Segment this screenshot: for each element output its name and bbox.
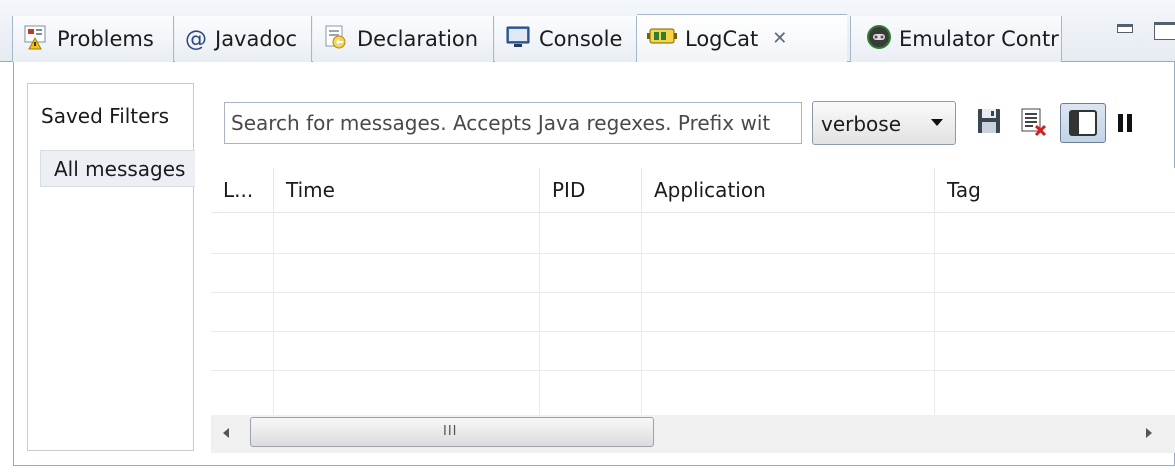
column-divider: [641, 213, 642, 415]
column-header-pid[interactable]: PID: [540, 168, 642, 213]
tab-label: LogCat: [685, 26, 759, 51]
save-icon[interactable]: [976, 107, 1002, 140]
column-header-application[interactable]: Application: [642, 168, 935, 213]
table-row-divider: [211, 292, 1175, 293]
table-row-divider: [211, 370, 1175, 371]
view-tab-bar: Problems @ Javadoc Declaration Console L…: [0, 0, 1175, 63]
tab-problems[interactable]: Problems: [12, 16, 174, 62]
horizontal-scrollbar[interactable]: III: [211, 415, 1175, 453]
saved-filters-pane: Saved Filters All messages: [27, 83, 195, 451]
clear-log-icon[interactable]: [1019, 107, 1049, 142]
column-header-level[interactable]: L...: [211, 168, 274, 213]
minimize-button[interactable]: [1117, 24, 1133, 33]
column-header-time[interactable]: Time: [274, 168, 540, 213]
tab-label: Console: [539, 27, 623, 51]
tab-label: Emulator Contr: [899, 27, 1059, 51]
dropdown-arrow-icon: [931, 119, 943, 126]
tab-emulator-control[interactable]: Emulator Contr: [850, 16, 1062, 62]
filter-item-all-messages[interactable]: All messages: [40, 150, 195, 187]
tab-declaration[interactable]: Declaration: [313, 16, 494, 62]
tab-logcat[interactable]: LogCat ✕: [637, 14, 847, 63]
emulator-icon: [867, 24, 891, 54]
tab-label: Declaration: [357, 27, 479, 51]
tab-label: Javadoc: [215, 27, 298, 51]
logcat-icon: [647, 24, 677, 53]
scroll-right-arrow-icon[interactable]: [1146, 428, 1152, 438]
maximize-button[interactable]: [1154, 22, 1175, 40]
toggle-filters-button[interactable]: [1060, 103, 1106, 143]
table-row-divider: [211, 253, 1175, 254]
at-icon: @: [185, 26, 207, 52]
pause-icon[interactable]: [1117, 113, 1133, 138]
console-icon: [505, 24, 531, 55]
log-table: L... Time PID Application Tag: [211, 168, 1175, 415]
column-divider: [539, 213, 540, 415]
problems-icon: [23, 24, 49, 55]
saved-filters-title: Saved Filters: [41, 104, 170, 128]
table-row-divider: [211, 331, 1175, 332]
table-header: L... Time PID Application Tag: [211, 168, 1175, 213]
log-level-value: verbose: [821, 112, 902, 136]
scrollbar-grip: III: [443, 424, 458, 439]
column-divider: [934, 213, 935, 415]
column-header-tag[interactable]: Tag: [935, 168, 1175, 213]
close-icon[interactable]: ✕: [772, 28, 787, 49]
scroll-left-arrow-icon[interactable]: [223, 428, 229, 438]
tab-javadoc[interactable]: @ Javadoc: [175, 16, 312, 62]
search-input[interactable]: [224, 102, 802, 144]
tab-label: Problems: [57, 27, 154, 51]
log-level-select[interactable]: verbose: [812, 101, 956, 145]
scrollbar-thumb[interactable]: III: [250, 417, 654, 447]
column-divider: [273, 213, 274, 415]
declaration-icon: [323, 24, 349, 55]
tab-console[interactable]: Console: [495, 16, 637, 62]
